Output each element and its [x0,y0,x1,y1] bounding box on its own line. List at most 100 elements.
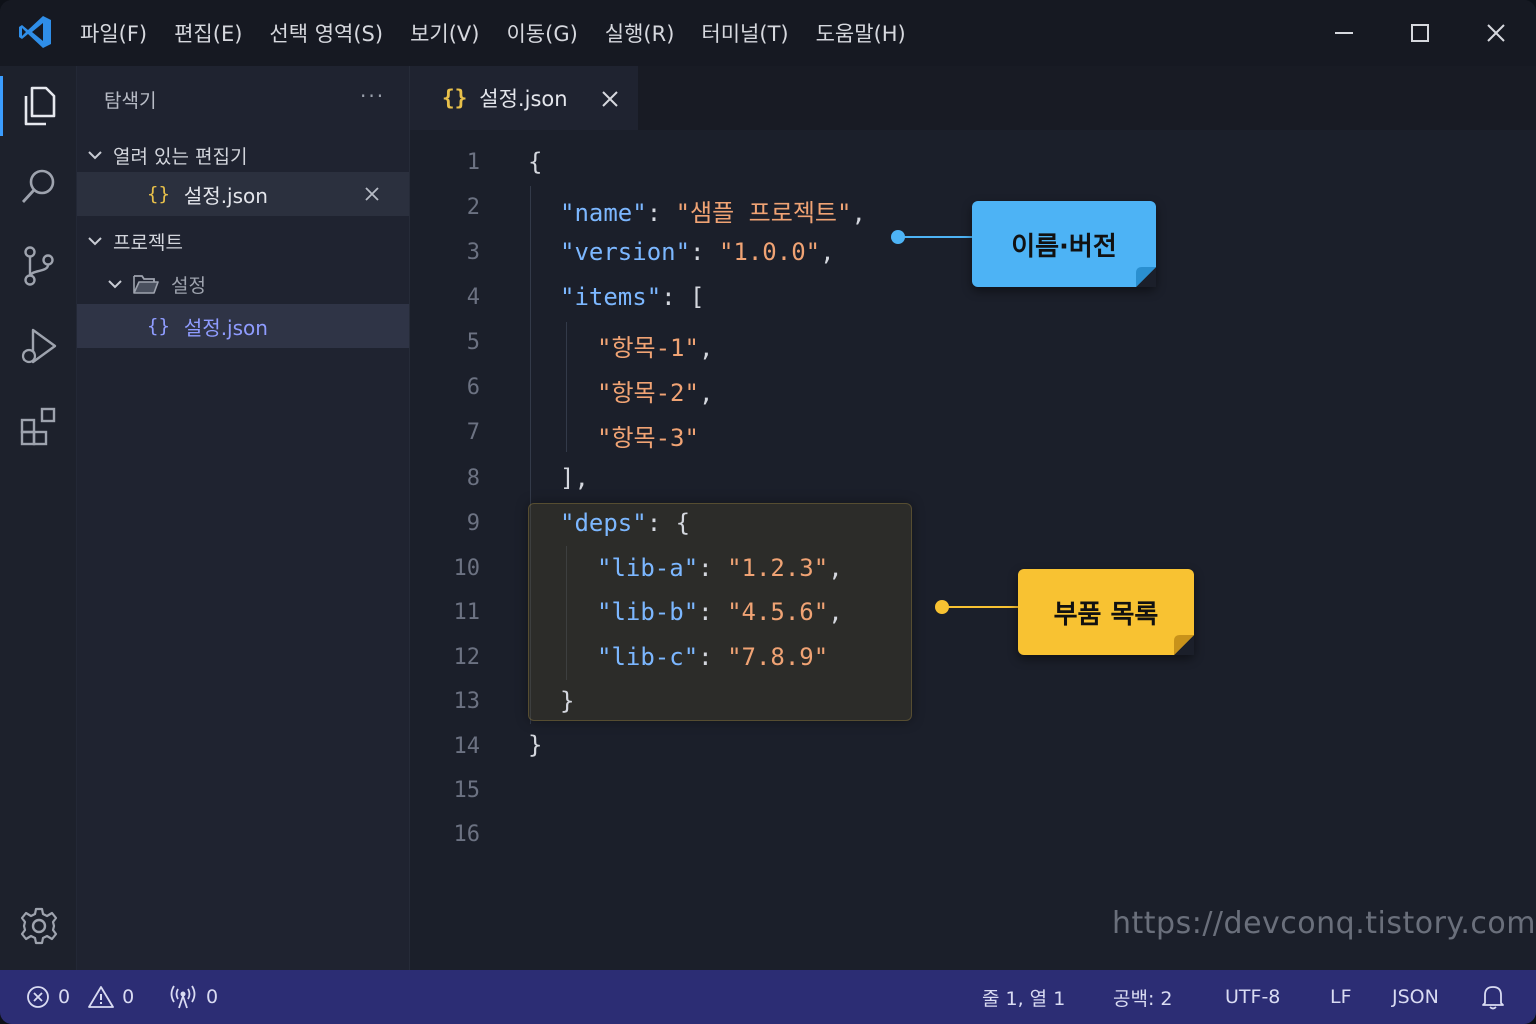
menu-file[interactable]: 파일(F) [80,18,147,48]
json-file-icon: {} [442,86,468,110]
folder-open-icon [133,275,159,294]
json-key: "name" [560,199,647,227]
sidebar-more-button[interactable]: ··· [360,84,385,108]
line-number: 4 [466,285,480,310]
close-icon [1487,24,1505,42]
open-editors-section[interactable]: 열려 있는 편집기 [77,138,409,172]
chevron-down-icon [88,151,102,160]
activity-bar [0,66,77,970]
minimize-icon [1335,32,1353,34]
json-string: "항목-1" [597,334,699,362]
line-number: 16 [453,822,481,847]
code-line-9: "deps": { [560,509,691,537]
code-line-12: "lib-c": "7.8.9" [597,643,829,671]
line-number: 15 [453,778,481,803]
close-editor-icon[interactable] [365,187,379,201]
json-key: "deps" [560,509,647,537]
encoding[interactable]: UTF-8 [1225,970,1280,1024]
explorer-icon [24,86,56,126]
callout-parts-list: 부품 목록 [1018,569,1194,655]
code-line-8: ], [560,464,589,492]
settings-gear-icon [20,907,57,945]
json-key: "version" [560,238,691,266]
line-number: 6 [466,375,480,400]
ports-indicator[interactable]: 0 [170,970,218,1024]
broadcast-icon [170,985,196,1009]
open-editor-item[interactable]: {} 설정.json [77,172,409,216]
minimize-button[interactable] [1306,0,1382,66]
json-key: "lib-a" [597,554,699,582]
extensions-icon [20,407,55,446]
line-number: 7 [466,420,480,445]
menu-help[interactable]: 도움말(H) [816,18,906,48]
indentation[interactable]: 공백: 2 [1113,970,1173,1024]
watermark-url: https://devconq.tistory.com [1112,906,1536,941]
brace-close: } [528,731,543,759]
activity-explorer[interactable] [0,76,77,136]
json-file-icon: {} [147,315,170,337]
json-key: "lib-b" [597,598,699,626]
callout-leader-line [898,236,974,238]
folder-item[interactable]: 설정 [77,266,409,302]
menu-terminal[interactable]: 터미널(T) [701,18,788,48]
menu-selection[interactable]: 선택 영역(S) [269,18,383,48]
activity-source-control[interactable] [0,236,77,296]
callout-leader-line [942,606,1020,608]
callout-name-version: 이름·버전 [972,201,1156,287]
array-close: ], [560,464,589,492]
tab-settings-json[interactable]: {} 설정.json [410,66,638,130]
json-string: "7.8.9" [727,643,829,671]
vscode-window: 파일(F) 편집(E) 선택 영역(S) 보기(V) 이동(G) 실행(R) 터… [0,0,1536,1024]
project-file-item[interactable]: {} 설정.json [77,304,409,348]
code-line-10: "lib-a": "1.2.3", [597,554,843,582]
chevron-down-icon [88,237,102,246]
code-line-7: "항목-3" [597,418,699,453]
cursor-position[interactable]: 줄 1, 열 1 [982,970,1065,1024]
line-number: 1 [466,150,480,175]
vscode-logo-icon [19,16,51,48]
maximize-button[interactable] [1382,0,1458,66]
code-line-14: } [528,731,542,759]
activity-run-debug[interactable] [0,316,77,376]
menu-bar: 파일(F) 편집(E) 선택 영역(S) 보기(V) 이동(G) 실행(R) 터… [80,0,933,66]
open-editor-filename: 설정.json [183,183,268,208]
menu-go[interactable]: 이동(G) [506,18,577,48]
json-string: "항목-3" [597,424,699,452]
close-window-button[interactable] [1458,0,1534,66]
search-icon [21,169,54,203]
project-filename: 설정.json [183,315,268,340]
menu-run[interactable]: 실행(R) [605,18,675,48]
project-section[interactable]: 프로젝트 [77,224,409,258]
problems-indicator[interactable]: 0 0 [26,970,134,1024]
line-number: 3 [466,240,480,265]
line-number: 5 [466,330,480,355]
code-line-11: "lib-b": "4.5.6", [597,598,843,626]
json-string: "항목-2" [597,379,699,407]
line-number: 9 [466,511,480,536]
sidebar-title: 탐색기 [104,90,157,112]
menu-edit[interactable]: 편집(E) [174,18,242,48]
json-string: "1.2.3" [727,554,829,582]
line-number: 14 [453,734,481,759]
notifications-button[interactable] [1481,970,1505,1024]
json-string: "샘플 프로젝트" [675,199,852,227]
source-control-icon [23,246,54,286]
menu-view[interactable]: 보기(V) [410,18,479,48]
activity-search[interactable] [0,156,77,216]
code-line-2: "name": "샘플 프로젝트", [560,199,866,227]
line-number-gutter: 1 2 3 4 5 6 7 8 9 10 11 12 13 14 15 16 [410,130,490,970]
json-file-icon: {} [147,183,170,205]
json-string: "1.0.0" [718,238,821,266]
activity-extensions[interactable] [0,396,77,456]
indent-guide [566,322,567,452]
project-label: 프로젝트 [113,231,183,254]
code-line-3: "version": "1.0.0", [560,238,835,266]
folder-name: 설정 [171,274,206,297]
brace-open: { [528,148,543,176]
activity-settings[interactable] [0,896,77,956]
line-number: 12 [453,645,481,670]
close-tab-icon[interactable] [602,91,618,107]
page-fold-icon [1136,267,1156,287]
language-mode[interactable]: JSON [1392,970,1439,1024]
end-of-line[interactable]: LF [1330,970,1352,1024]
